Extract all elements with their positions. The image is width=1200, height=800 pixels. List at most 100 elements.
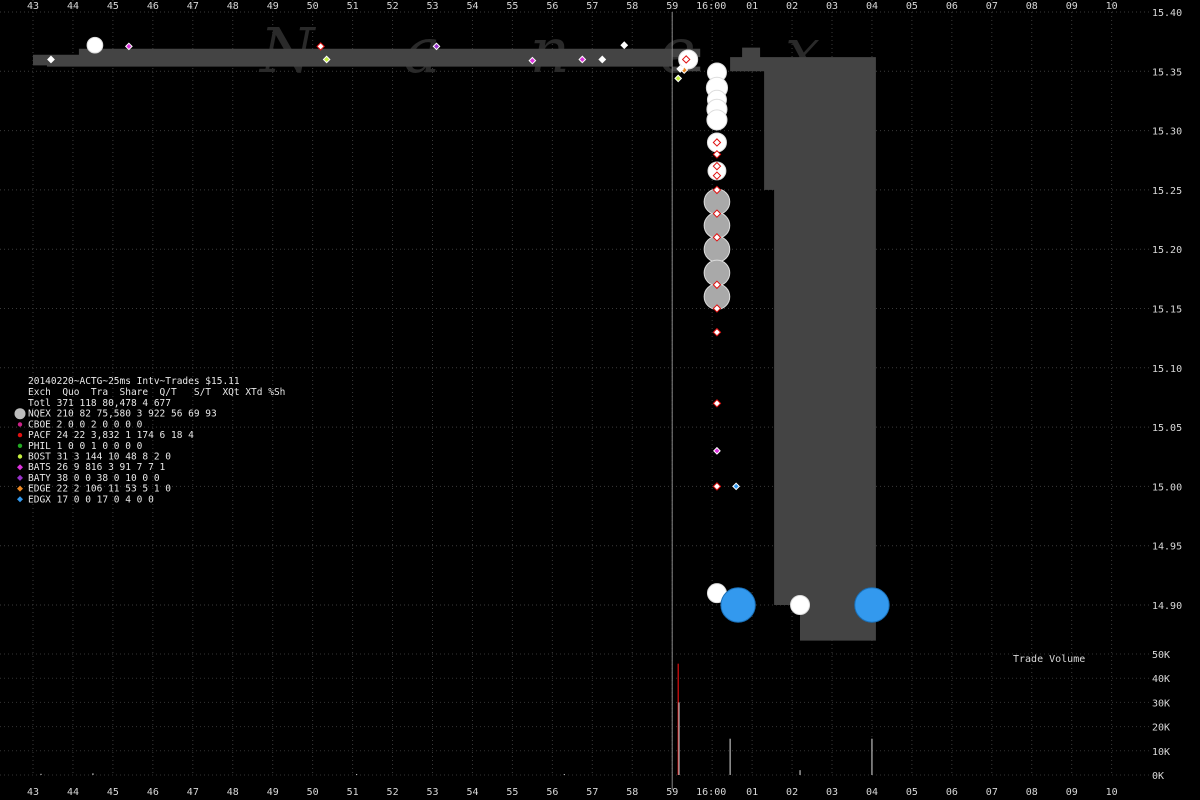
x-tick-bottom: 51 [347, 787, 359, 798]
y-tick-label: 15.25 [1152, 186, 1182, 197]
y-tick-label: 15.05 [1152, 423, 1182, 434]
trade-mark-edgx [854, 587, 890, 623]
x-tick-bottom: 56 [546, 787, 558, 798]
x-tick-bottom: 04 [866, 787, 878, 798]
y-tick-label: 15.40 [1152, 8, 1182, 19]
nbbo-area [33, 47, 876, 641]
x-tick-top: 16:00 [696, 1, 726, 12]
x-tick-bottom: 53 [427, 787, 439, 798]
x-tick-top: 02 [786, 1, 798, 12]
table-row-edge: EDGE 22 2 106 11 53 5 1 0 [28, 484, 171, 495]
x-tick-top: 58 [626, 1, 638, 12]
legend-marker-cboe [17, 422, 23, 427]
y-tick-label: 15.15 [1152, 305, 1182, 316]
x-tick-bottom: 43 [27, 787, 39, 798]
table-row-phil: PHIL 1 0 0 1 0 0 0 0 [28, 441, 143, 452]
x-tick-top: 48 [227, 1, 239, 12]
table-row-baty: BATY 38 0 0 38 0 10 0 0 [28, 473, 160, 484]
x-tick-bottom: 06 [946, 787, 958, 798]
x-tick-top: 47 [187, 1, 199, 12]
volume-panel: Trade Volume 50K 40K 30K 20K 10K 0K [40, 650, 1170, 782]
table-row-nqex: NQEX 210 82 75,580 3 922 56 69 93 [28, 409, 217, 420]
x-tick-bottom: 54 [466, 787, 478, 798]
volume-tick-label: 50K [1152, 650, 1170, 661]
quote-mark-pacf [712, 482, 722, 491]
x-tick-bottom: 03 [826, 787, 838, 798]
x-tick-bottom: 55 [506, 787, 518, 798]
nbbo-shading [33, 47, 876, 641]
quote-mark-white [620, 41, 629, 50]
trade-mark-nqex [790, 595, 811, 615]
trade-mark-nqex [706, 109, 728, 131]
x-tick-top: 06 [946, 1, 958, 12]
x-tick-top: 57 [586, 1, 598, 12]
x-tick-bottom: 08 [1026, 787, 1038, 798]
y-tick-label: 14.90 [1152, 601, 1182, 612]
x-tick-bottom: 16:00 [696, 787, 726, 798]
legend-marker-phil [17, 443, 23, 448]
x-tick-top: 44 [67, 1, 79, 12]
x-tick-bottom: 02 [786, 787, 798, 798]
x-tick-bottom: 57 [586, 787, 598, 798]
legend-marker-baty [17, 474, 23, 481]
x-tick-bottom: 58 [626, 787, 638, 798]
x-tick-bottom: 48 [227, 787, 239, 798]
x-tick-bottom: 10 [1106, 787, 1118, 798]
volume-tick-label: 20K [1152, 723, 1170, 734]
x-tick-top: 04 [866, 1, 878, 12]
x-tick-top: 01 [746, 1, 758, 12]
y-tick-label: 15.30 [1152, 127, 1182, 138]
x-tick-bottom: 07 [986, 787, 998, 798]
nanex-trade-chart: Nanex 4343444445454646474748484949505051… [0, 0, 1182, 798]
quote-mark-bats [124, 42, 133, 51]
x-tick-top: 54 [466, 1, 478, 12]
volume-tick-label: 0K [1152, 771, 1164, 782]
x-tick-top: 03 [826, 1, 838, 12]
x-tick-bottom: 01 [746, 787, 758, 798]
x-tick-bottom: 09 [1066, 787, 1078, 798]
table-row-totl: Totl 371 118 80,478 4 677 [28, 398, 171, 409]
quote-mark-edgx [732, 482, 741, 491]
legend-marker-bost [17, 454, 23, 459]
x-tick-bottom: 49 [267, 787, 279, 798]
x-tick-top: 52 [387, 1, 399, 12]
legend-marker-nqex [14, 408, 26, 420]
x-tick-top: 08 [1026, 1, 1038, 12]
quote-mark-pacf [712, 327, 722, 337]
y-tick-label: 14.95 [1152, 542, 1182, 553]
legend-marker-edge [17, 485, 23, 492]
y-tick-label: 15.20 [1152, 245, 1182, 256]
x-tick-bottom: 05 [906, 787, 918, 798]
x-tick-bottom: 50 [307, 787, 319, 798]
legend-marker-edgx [17, 496, 23, 503]
x-tick-top: 53 [427, 1, 439, 12]
table-row-pacf: PACF 24 22 3,832 1 174 6 18 4 [28, 430, 194, 441]
table-row-bats: BATS 26 9 816 3 91 7 7 1 [28, 462, 166, 473]
quote-mark-pacf [712, 399, 722, 408]
legend-marker-pacf [17, 432, 23, 438]
x-tick-bottom: 52 [387, 787, 399, 798]
y-tick-label: 15.10 [1152, 364, 1182, 375]
trade-mark-edgx [720, 587, 756, 623]
x-tick-top: 10 [1106, 1, 1118, 12]
volume-label: Trade Volume [1013, 654, 1085, 665]
x-tick-top: 46 [147, 1, 159, 12]
x-tick-top: 55 [506, 1, 518, 12]
table-header: Exch Quo Tra Share Q/T S/T XQt XTd %Sh [28, 387, 285, 398]
y-axis-ticks: 15.40 15.35 15.30 15.25 15.20 15.15 15.10 15.05… [1152, 8, 1182, 612]
volume-tick-label: 40K [1152, 674, 1170, 685]
x-tick-top: 59 [666, 1, 678, 12]
x-tick-bottom: 59 [666, 787, 678, 798]
y-tick-label: 15.35 [1152, 67, 1182, 78]
chart-title: 20140220~ACTG~25ms Intv~Trades $15.11 [28, 376, 240, 387]
x-tick-top: 45 [107, 1, 119, 12]
y-tick-label: 15.00 [1152, 482, 1182, 493]
x-tick-top: 49 [267, 1, 279, 12]
x-tick-bottom: 44 [67, 787, 79, 798]
x-tick-top: 09 [1066, 1, 1078, 12]
x-tick-bottom: 45 [107, 787, 119, 798]
x-tick-top: 43 [27, 1, 39, 12]
trade-and-quote-marks [47, 36, 890, 623]
table-row-edgx: EDGX 17 0 0 17 0 4 0 0 [28, 494, 154, 505]
legend-marker-bats [17, 464, 23, 471]
